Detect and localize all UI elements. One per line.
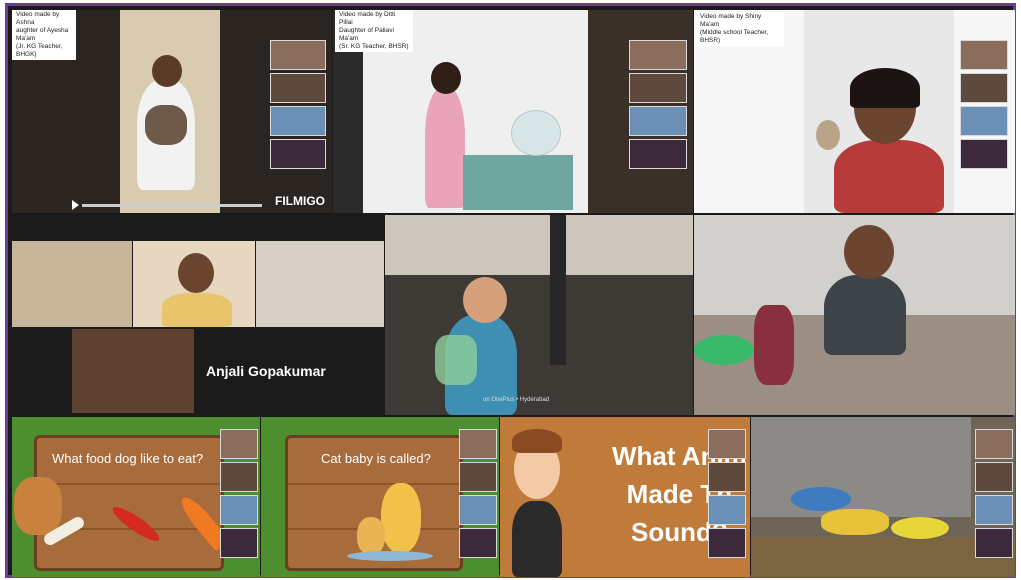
play-icon[interactable] — [72, 200, 79, 210]
participant-thumbnails — [220, 429, 258, 558]
participant-thumbnails — [960, 40, 1008, 169]
video-caption: Video made by Ashna aughter of Ayesha Ma… — [12, 10, 76, 60]
video-tile-10[interactable] — [751, 417, 1015, 577]
participant-thumbnails — [708, 429, 746, 558]
girl-head — [152, 55, 182, 87]
participant-thumbnail[interactable] — [960, 73, 1008, 103]
table — [463, 155, 573, 210]
caption-line: (Middle school Teacher, BHSR) — [700, 29, 769, 44]
bottle — [435, 335, 477, 385]
cat-icon — [381, 483, 421, 553]
participant-thumbnail[interactable] — [629, 73, 687, 103]
glass-bottle — [754, 305, 794, 385]
toddler-head — [463, 277, 507, 323]
participant-thumbnail[interactable] — [960, 139, 1008, 169]
swing-chain — [550, 215, 566, 365]
participant-thumbnail[interactable] — [220, 429, 258, 459]
participant-thumbnail[interactable] — [220, 528, 258, 558]
video-tile-9[interactable]: What Anim Made Th Sound? — [500, 417, 750, 577]
puddle — [347, 551, 433, 561]
video-tile-7[interactable]: What food dog like to eat? — [12, 417, 260, 577]
participant-thumbnail[interactable] — [708, 429, 746, 459]
participant-thumbnail[interactable] — [629, 40, 687, 70]
cartoon-man-hair — [512, 429, 562, 453]
participant-thumbnails — [975, 429, 1013, 558]
participant-thumbnail[interactable] — [708, 462, 746, 492]
participant-thumbnail[interactable] — [960, 106, 1008, 136]
dog-icon — [14, 477, 62, 535]
cage-wall — [751, 417, 971, 517]
caption-line: Video made by Shiny Ma'am — [700, 13, 762, 28]
girl-standing — [425, 88, 465, 208]
video-tile-8[interactable]: Cat baby is called? — [261, 417, 499, 577]
participant-thumbnail[interactable] — [270, 73, 326, 103]
filmigo-watermark: FILMIGO — [275, 194, 325, 208]
sub-video — [12, 241, 132, 327]
participant-thumbnail[interactable] — [459, 495, 497, 525]
video-conference-window: Video made by Ashna aughter of Ayesha Ma… — [5, 3, 1016, 578]
caption-line: Daughter of Pallavi Ma'am — [339, 27, 394, 42]
sub-video — [256, 241, 384, 327]
video-tile-4[interactable]: Anjali Gopakumar — [12, 215, 384, 415]
video-tile-1[interactable]: Video made by Ashna aughter of Ayesha Ma… — [12, 10, 332, 213]
participant-thumbnail[interactable] — [960, 40, 1008, 70]
video-tile-2[interactable]: Video made by Ditti Pillai Daughter of P… — [333, 10, 693, 213]
participant-thumbnail[interactable] — [459, 528, 497, 558]
participant-thumbnail[interactable] — [708, 528, 746, 558]
video-tile-5[interactable]: on OnePlus • Hyderabad — [385, 215, 693, 415]
teacher — [162, 293, 232, 327]
quiz-question: Cat baby is called? — [321, 451, 431, 466]
participant-thumbnail[interactable] — [975, 528, 1013, 558]
caption-line: Video made by Ashna — [16, 11, 60, 26]
video-caption: Video made by Ditti Pillai Daughter of P… — [335, 10, 413, 52]
fishbowl — [511, 110, 561, 156]
quiz-question: What food dog like to eat? — [52, 451, 204, 466]
participant-thumbnail[interactable] — [975, 462, 1013, 492]
video-tile-6[interactable] — [694, 215, 1015, 415]
cat — [145, 105, 187, 145]
participant-thumbnail[interactable] — [270, 139, 326, 169]
participant-thumbnail[interactable] — [220, 495, 258, 525]
caption-line: (Sr. KG Teacher, BHSR) — [339, 43, 409, 50]
participant-thumbnail[interactable] — [270, 106, 326, 136]
participant-thumbnail[interactable] — [629, 139, 687, 169]
participant-thumbnail[interactable] — [708, 495, 746, 525]
participant-thumbnail[interactable] — [459, 462, 497, 492]
bird — [816, 120, 840, 150]
teacher — [834, 140, 944, 213]
participant-thumbnails — [459, 429, 497, 558]
participant-thumbnails — [629, 40, 687, 169]
hair — [850, 68, 920, 108]
kitten-icon — [357, 517, 385, 555]
video-tile-3[interactable]: Video made by Shiny Ma'am (Middle school… — [694, 10, 1015, 213]
participant-name: Anjali Gopakumar — [206, 363, 326, 379]
participant-thumbnail[interactable] — [459, 429, 497, 459]
camera-watermark: on OnePlus • Hyderabad — [483, 397, 550, 403]
budgie-icon — [791, 487, 851, 511]
participant-thumbnail[interactable] — [975, 495, 1013, 525]
corn-icon — [821, 509, 889, 535]
participant-thumbnail[interactable] — [270, 40, 326, 70]
teacher-head — [178, 253, 214, 293]
caption-line: (Jr. KG Teacher, BHGK) — [16, 43, 63, 58]
green-basin — [694, 335, 754, 365]
sub-video — [72, 329, 194, 413]
video-progress-bar[interactable] — [82, 204, 262, 207]
video-caption: Video made by Shiny Ma'am (Middle school… — [696, 12, 784, 46]
participant-thumbnail[interactable] — [975, 429, 1013, 459]
participant-thumbnail[interactable] — [220, 462, 258, 492]
budgie-icon — [891, 517, 949, 539]
caption-line: aughter of Ayesha Ma'am — [16, 27, 69, 42]
caption-line: Video made by Ditti Pillai — [339, 11, 396, 26]
boy-head — [844, 225, 894, 279]
participant-thumbnail[interactable] — [629, 106, 687, 136]
cartoon-man — [512, 501, 562, 577]
girl-head — [431, 62, 461, 94]
boy — [824, 275, 906, 355]
participant-thumbnails — [270, 40, 326, 169]
